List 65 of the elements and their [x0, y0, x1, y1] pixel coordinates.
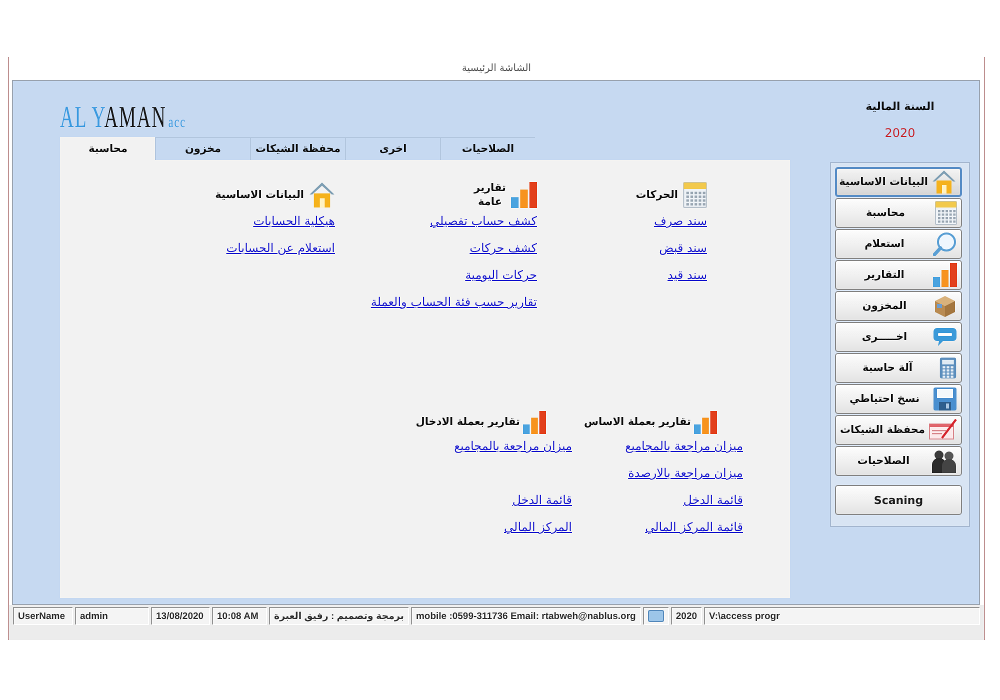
house-icon: [309, 182, 335, 208]
link[interactable]: كشف حساب تفصيلي: [430, 212, 537, 231]
nav-button[interactable]: محاسبة: [835, 198, 962, 228]
link[interactable]: سند قيد: [668, 266, 707, 285]
bar-chart-icon: [694, 410, 717, 434]
nav-button[interactable]: آلة حاسبة: [835, 353, 962, 383]
link[interactable]: قائمة المركز المالي: [645, 518, 743, 537]
chat-bubble-icon: [933, 327, 957, 347]
section-title: البيانات الاساسية: [215, 188, 304, 202]
status-cell: 10:08 AM: [212, 607, 267, 625]
link[interactable]: قائمة الدخل: [683, 491, 743, 510]
logo-text: AL YAMAN: [60, 108, 166, 130]
link[interactable]: ميزان مراجعة بالارصدة: [628, 464, 743, 483]
bar-chart-icon: [933, 263, 957, 287]
bar-chart-icon: [511, 182, 537, 208]
status-cell: UserName: [13, 607, 73, 625]
nav-button[interactable]: التقارير: [835, 260, 962, 290]
link[interactable]: المركز المالي: [504, 518, 572, 537]
status-cell: 2020: [670, 607, 702, 625]
cheque-icon: [929, 419, 957, 441]
nav-button[interactable]: المخزون: [835, 291, 962, 321]
status-cell: V:\access progr: [704, 607, 980, 625]
section-title: تقارير بعملة الاساس: [584, 415, 691, 429]
link[interactable]: حركات اليومية: [465, 266, 537, 285]
link[interactable]: سند قبض: [659, 239, 707, 258]
tab[interactable]: الصلاحيات: [440, 137, 535, 160]
link[interactable]: ميزان مراجعة بالمجاميع: [625, 437, 743, 456]
nav-button[interactable]: اخـــــرى: [835, 322, 962, 352]
search-icon: [933, 232, 957, 256]
nav-button[interactable]: الصلاحيات: [835, 446, 962, 476]
link[interactable]: كشف حركات: [470, 239, 537, 258]
nav-button[interactable]: نسخ احتياطي: [835, 384, 962, 414]
scan-button[interactable]: Scaning: [835, 485, 962, 515]
box-icon: [933, 294, 957, 318]
tab[interactable]: محاسبة: [60, 137, 155, 160]
calculator-icon: [939, 356, 957, 380]
link[interactable]: سند صرف: [654, 212, 707, 231]
fiscal-year-label: السنة المالية: [866, 100, 934, 114]
fiscal-year-value: 2020: [884, 126, 916, 140]
link[interactable]: ميزان مراجعة بالمجاميع: [454, 437, 572, 456]
status-cell: mobile :0599-311736 Email: rtabweh@nablus.org: [410, 607, 641, 625]
people-icon: [931, 449, 957, 473]
panel-icon: [648, 610, 664, 622]
section-title: تقارير بعملة الادخال: [416, 415, 520, 429]
nav-button[interactable]: البيانات الاساسية: [835, 167, 962, 197]
section-title: تقارير عامة: [474, 181, 506, 209]
window-title: الشاشة الرئيسية: [462, 63, 532, 74]
link[interactable]: استعلام عن الحسابات: [226, 239, 335, 258]
nav-button[interactable]: استعلام: [835, 229, 962, 259]
section-title: الحركات: [636, 188, 678, 202]
tab[interactable]: مخزون: [155, 137, 250, 160]
status-cell: برمجة وتصميم : رفيق العبرة: [269, 607, 409, 625]
link[interactable]: قائمة الدخل: [512, 491, 572, 510]
status-cell: admin: [75, 607, 149, 625]
link[interactable]: تقارير حسب فئة الحساب والعملة: [370, 293, 537, 312]
link[interactable]: هيكلية الحسابات: [253, 212, 335, 231]
nav-button[interactable]: محفظة الشيكات: [835, 415, 962, 445]
bar-chart-icon: [523, 410, 546, 434]
calendar-icon: [683, 182, 707, 208]
house-icon: [932, 170, 956, 194]
logo-suffix: acc: [168, 117, 186, 130]
tab[interactable]: محفظة الشيكات: [250, 137, 345, 160]
tab[interactable]: اخرى: [345, 137, 440, 160]
calendar-icon: [935, 201, 957, 225]
status-cell: 13/08/2020: [151, 607, 210, 625]
